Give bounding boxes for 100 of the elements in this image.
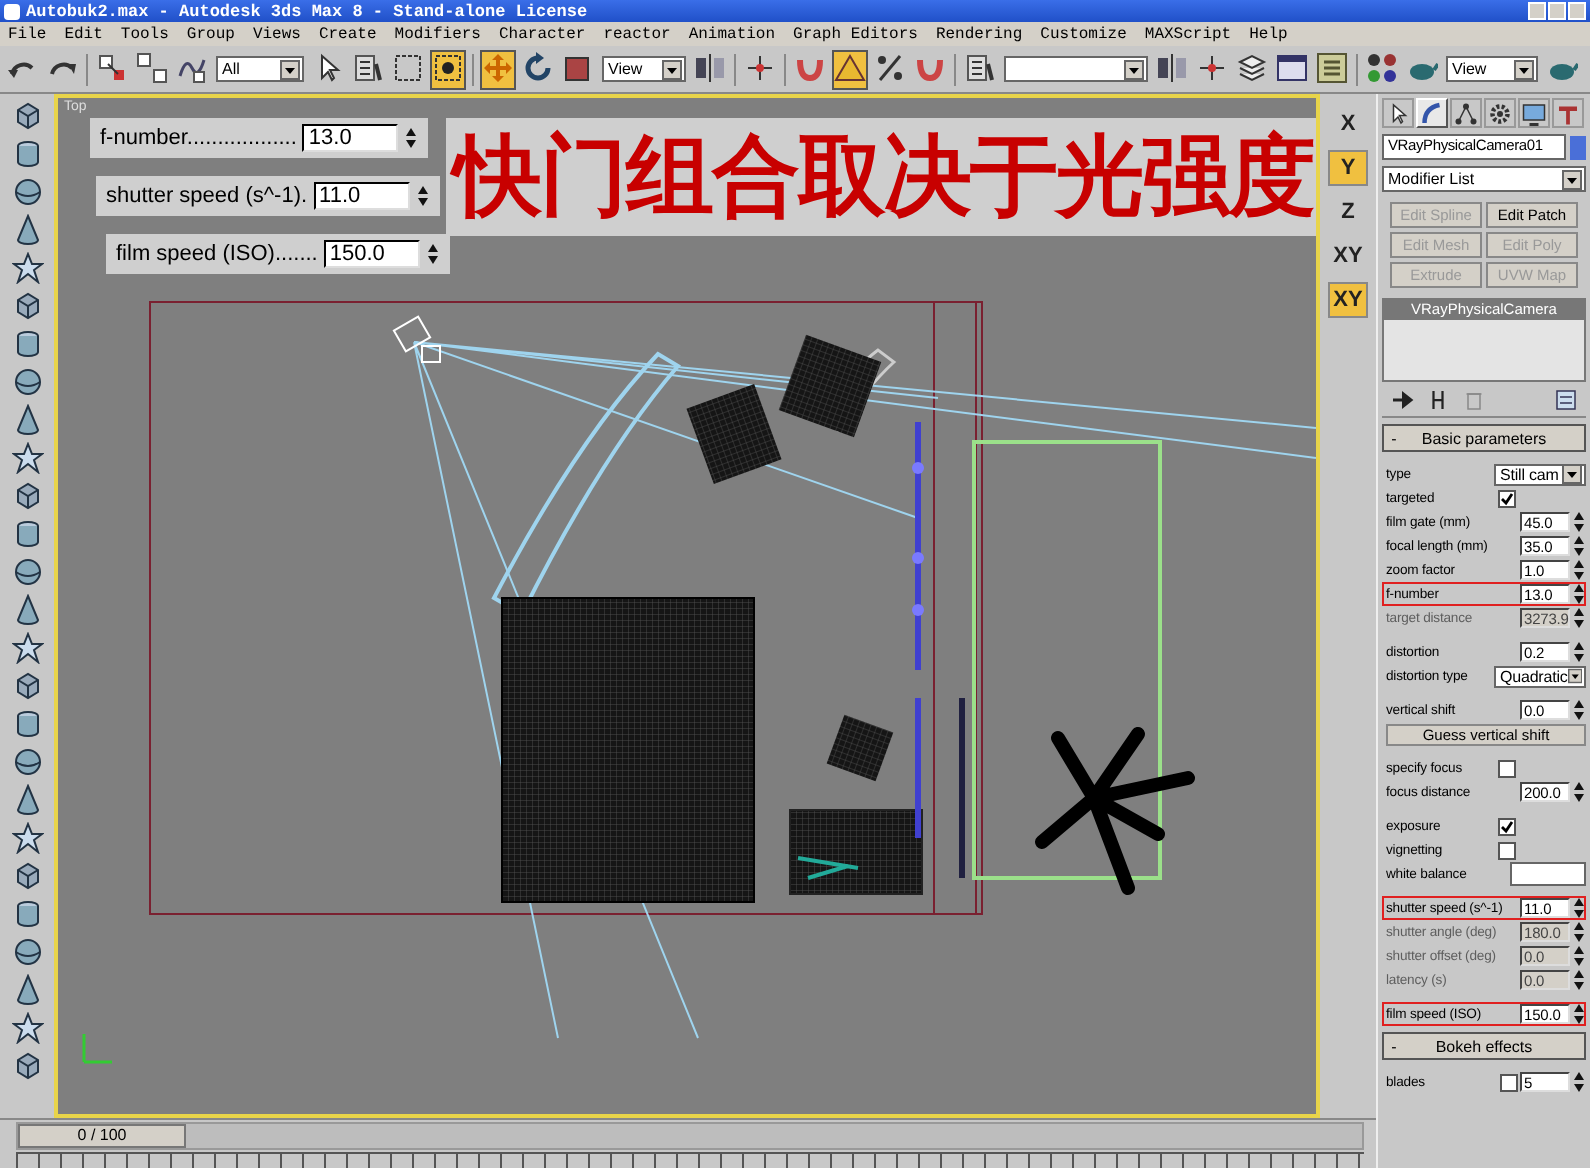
squares-icon[interactable] [136, 51, 168, 83]
sphere-icon[interactable] [11, 556, 43, 588]
triangle-icon[interactable] [834, 51, 866, 83]
cone-icon[interactable] [11, 974, 43, 1006]
spinner-arrows[interactable] [1572, 582, 1586, 606]
menu-item[interactable]: Group [186, 25, 235, 43]
render-view-dropdown[interactable]: View [1446, 56, 1538, 82]
sphere-icon[interactable] [11, 936, 43, 968]
rollout-header[interactable]: - Bokeh effects [1382, 1032, 1586, 1060]
percent-icon[interactable] [874, 51, 906, 83]
scale-icon[interactable] [562, 51, 594, 83]
cylinder-icon[interactable] [11, 518, 43, 550]
axis-button[interactable]: X [1328, 106, 1368, 142]
target-square-icon[interactable] [432, 51, 464, 83]
star-icon[interactable] [11, 442, 43, 474]
spinner-arrows[interactable] [415, 184, 430, 208]
spinner-arrows[interactable] [1572, 1070, 1586, 1094]
checkbox[interactable] [1498, 841, 1516, 859]
spinner-arrows[interactable] [1572, 510, 1586, 534]
selection-set-dropdown[interactable] [1004, 56, 1148, 82]
checkbox[interactable] [1498, 759, 1516, 777]
checkbox[interactable] [1500, 1073, 1518, 1091]
hierarchy-icon[interactable] [1454, 101, 1478, 125]
pin-icon[interactable] [1390, 388, 1414, 412]
bar-icon[interactable] [1426, 388, 1450, 412]
cube-icon[interactable] [11, 290, 43, 322]
parameter-field[interactable]: 150.0 [323, 240, 420, 268]
spinner-arrows[interactable] [1572, 534, 1586, 558]
parameter-field[interactable]: 13.0 [302, 124, 399, 152]
spinner-arrows[interactable] [404, 126, 419, 150]
axis-button[interactable]: XY [1328, 238, 1368, 274]
menu-item[interactable]: Create [318, 25, 377, 43]
cylinder-icon[interactable] [11, 898, 43, 930]
cylinder-icon[interactable] [11, 138, 43, 170]
axes-icon[interactable] [744, 51, 776, 83]
window-icon[interactable] [1276, 51, 1308, 83]
collapse-sign[interactable]: - [1384, 1037, 1404, 1055]
object-color-swatch[interactable] [1570, 135, 1586, 159]
star-icon[interactable] [11, 822, 43, 854]
checkbox[interactable] [1498, 817, 1516, 835]
menu-item[interactable]: Graph Editors [793, 25, 918, 43]
parameter-field[interactable]: 11.0 [313, 182, 410, 210]
list-icon[interactable] [964, 51, 996, 83]
gear-icon[interactable] [1488, 101, 1512, 125]
menu-item[interactable]: Animation [688, 25, 776, 43]
dashed-square-icon[interactable] [392, 51, 424, 83]
bent-rod-icon[interactable] [1420, 101, 1444, 125]
coordinate-dropdown[interactable]: View [602, 56, 686, 82]
menu-item[interactable]: Modifiers [394, 25, 481, 43]
checkbox[interactable] [1498, 489, 1516, 507]
config-icon[interactable] [1554, 388, 1578, 412]
star-icon[interactable] [11, 632, 43, 664]
cylinder-icon[interactable] [11, 708, 43, 740]
rollout-header[interactable]: - Basic parameters [1382, 424, 1586, 452]
cube-icon[interactable] [11, 670, 43, 702]
monitor-icon[interactable] [1522, 101, 1546, 125]
cube-icon[interactable] [11, 480, 43, 512]
timeline-ruler[interactable] [16, 1151, 1364, 1168]
cone-icon[interactable] [11, 404, 43, 436]
star-icon[interactable] [11, 1012, 43, 1044]
collapse-sign[interactable]: - [1384, 429, 1404, 447]
hammer-icon[interactable] [1556, 101, 1580, 125]
cone-icon[interactable] [11, 214, 43, 246]
spinner-arrows[interactable] [1572, 558, 1586, 582]
menu-item[interactable]: reactor [603, 25, 671, 43]
time-slider-track[interactable]: 0 / 100 [16, 1121, 1364, 1149]
param-dropdown[interactable]: Still cam [1494, 463, 1586, 485]
link-icon[interactable] [96, 51, 128, 83]
spinner-arrows[interactable] [1572, 1002, 1586, 1026]
menu-item[interactable]: MAXScript [1144, 25, 1232, 43]
spinner-arrows[interactable] [1572, 698, 1586, 722]
sphere-icon[interactable] [11, 746, 43, 778]
axis-button[interactable]: XY [1328, 282, 1368, 318]
layers-icon[interactable] [1236, 51, 1268, 83]
sphere-icon[interactable] [11, 176, 43, 208]
sphere-icon[interactable] [11, 366, 43, 398]
menu-item[interactable]: Views [252, 25, 301, 43]
spinner-arrows[interactable] [425, 242, 440, 266]
cone-icon[interactable] [11, 784, 43, 816]
axis-button[interactable]: Y [1328, 150, 1368, 186]
color-swatch[interactable] [1510, 862, 1586, 886]
star-icon[interactable] [11, 252, 43, 284]
spinner-arrows[interactable] [1572, 896, 1586, 920]
mirror-icon[interactable] [694, 51, 726, 83]
cylinder-icon[interactable] [11, 328, 43, 360]
grid-icon[interactable] [1316, 51, 1348, 83]
list-icon[interactable] [352, 51, 384, 83]
cone-icon[interactable] [11, 594, 43, 626]
axis-button[interactable]: Z [1328, 194, 1368, 230]
cube-icon[interactable] [11, 1050, 43, 1082]
modifier-list-dropdown[interactable]: Modifier List [1382, 166, 1586, 192]
rotate-icon[interactable] [522, 51, 554, 83]
cube-icon[interactable] [11, 860, 43, 892]
menu-item[interactable]: Rendering [935, 25, 1023, 43]
menu-item[interactable]: Character [498, 25, 586, 43]
menu-item[interactable]: Tools [120, 25, 169, 43]
menu-item[interactable]: Help [1249, 25, 1288, 43]
time-slider-thumb[interactable]: 0 / 100 [18, 1123, 186, 1147]
axes-icon[interactable] [1196, 51, 1228, 83]
param-dropdown[interactable]: Quadratic [1494, 665, 1586, 687]
